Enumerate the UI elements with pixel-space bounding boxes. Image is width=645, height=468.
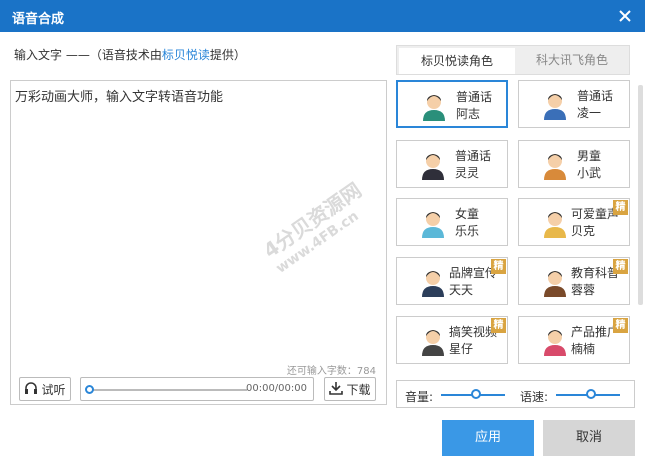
preview-label: 试听 [41,382,66,397]
voice-name: 阿志 [456,107,481,121]
premium-badge: 精 [491,259,506,274]
voice-card[interactable]: 普通话 灵灵 [396,140,508,188]
playback-time: 00:00/00:00 [245,383,307,394]
volume-label: 音量: [405,390,434,404]
voice-controls: 音量: 语速: [396,380,635,408]
voice-avatar-icon [419,150,447,180]
headphones-icon [24,381,38,398]
voice-avatar-icon [419,208,447,238]
voice-label: 可爱童声 贝克 [571,206,619,240]
voice-name: 星仔 [449,342,474,356]
voice-name: 蓉蓉 [571,283,596,297]
voice-card[interactable]: 教育科普 蓉蓉精 [518,257,630,305]
voice-category: 普通话 [455,149,492,163]
voice-category: 可爱童声 [571,207,620,221]
voice-category: 品牌宣传 [449,266,498,280]
voice-label: 男童 小武 [577,148,601,182]
download-label: 下载 [346,382,371,397]
remaining-chars-label: 还可输入字数：784 [286,366,376,377]
voice-avatar-icon [420,91,448,121]
cancel-button[interactable]: 取消 [543,420,635,456]
voice-category: 产品推广 [571,325,620,339]
hint-prefix: 输入文字 ——（语音技术由 [14,48,162,62]
speed-handle[interactable] [586,389,597,399]
premium-badge: 精 [613,318,628,333]
voice-category: 普通话 [577,89,614,103]
voice-category: 普通话 [456,90,493,104]
voice-label: 女童 乐乐 [455,206,479,240]
voice-card[interactable]: 男童 小武 [518,140,630,188]
title-bar: 语音合成 [0,0,645,32]
preview-button[interactable]: 试听 [19,377,71,401]
volume-handle[interactable] [471,389,482,399]
voice-avatar-icon [419,326,447,356]
window-title: 语音合成 [12,12,65,27]
voice-category: 男童 [577,149,602,163]
apply-button[interactable]: 应用 [442,420,534,456]
voice-label: 普通话 阿志 [456,89,492,123]
voice-card[interactable]: 品牌宣传 天天精 [396,257,508,305]
voice-label: 普通话 灵灵 [455,148,491,182]
voice-label: 品牌宣传 天天 [449,265,497,299]
voice-avatar-icon [541,208,569,238]
voice-label: 普通话 凌一 [577,88,613,122]
voice-name: 乐乐 [455,224,480,238]
audio-player: 00:00/00:00 [80,377,314,401]
voice-name: 灵灵 [455,166,480,180]
speed-label: 语速: [520,390,549,404]
voice-card[interactable]: 普通话 阿志 [396,80,508,128]
voice-avatar-icon [541,267,569,297]
progress-handle[interactable] [85,385,94,394]
provider-link[interactable]: 标贝悦读 [162,48,210,62]
premium-badge: 精 [613,259,628,274]
voice-avatar-icon [419,267,447,297]
voice-avatar-icon [541,90,569,120]
voice-name: 贝克 [571,224,596,238]
voice-provider-tabs: 标贝悦读角色 科大讯飞角色 [396,45,630,75]
voice-name: 楠楠 [571,342,596,356]
voice-category: 教育科普 [571,266,620,280]
voice-category: 女童 [455,207,480,221]
voice-card[interactable]: 可爱童声 贝克精 [518,198,630,246]
voice-card[interactable]: 搞笑视频 星仔精 [396,316,508,364]
input-hint: 输入文字 ——（语音技术由标贝悦读提供） [14,46,246,63]
voice-card[interactable]: 产品推广 楠楠精 [518,316,630,364]
input-text[interactable]: 万彩动画大师，输入文字转语音功能 [15,86,223,105]
voice-label: 搞笑视频 星仔 [449,324,497,358]
voice-avatar-icon [541,326,569,356]
voice-list-scrollbar[interactable] [638,85,643,305]
premium-badge: 精 [613,200,628,215]
text-input-area[interactable]: 万彩动画大师，输入文字转语音功能 还可输入字数：784 [10,80,387,405]
voice-name: 天天 [449,283,474,297]
hint-suffix: 提供） [209,48,246,62]
download-icon [329,381,344,398]
progress-track[interactable] [89,389,247,391]
tab-biaobei[interactable]: 标贝悦读角色 [399,48,515,74]
voice-name: 凌一 [577,106,602,120]
close-icon[interactable] [615,6,635,26]
tab-iflytek[interactable]: 科大讯飞角色 [514,46,630,74]
voice-category: 搞笑视频 [449,325,498,339]
voice-label: 产品推广 楠楠 [571,324,619,358]
voice-name: 小武 [577,166,602,180]
voice-label: 教育科普 蓉蓉 [571,265,619,299]
voice-avatar-icon [541,150,569,180]
voice-card[interactable]: 女童 乐乐 [396,198,508,246]
premium-badge: 精 [491,318,506,333]
voice-card[interactable]: 普通话 凌一 [518,80,630,128]
download-button[interactable]: 下载 [324,377,376,401]
